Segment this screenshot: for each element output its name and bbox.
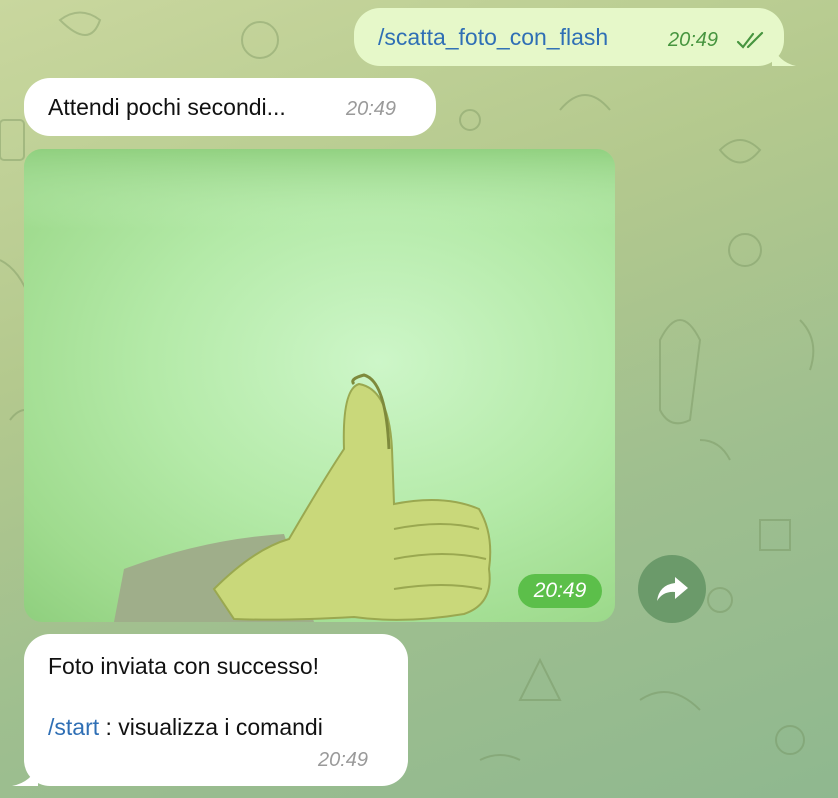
start-command-link[interactable]: /start [48, 714, 99, 740]
photo-content [24, 149, 615, 622]
incoming-message-text: Attendi pochi secondi... [48, 94, 286, 120]
share-arrow-icon [657, 577, 688, 601]
success-message-text: Foto inviata con successo! [48, 653, 320, 679]
commands-hint-text: : visualizza i comandi [99, 714, 323, 740]
photo-time-badge: 20:49 [518, 574, 602, 608]
incoming-message-bubble[interactable]: Attendi pochi secondi... 20:49 [24, 78, 436, 136]
outgoing-message-text[interactable]: /scatta_foto_con_flash [378, 24, 608, 51]
bubble-tail [772, 44, 796, 66]
incoming-message-time: 20:49 [346, 98, 397, 120]
outgoing-message-time: 20:49 [668, 29, 719, 51]
forward-button[interactable] [638, 555, 706, 623]
outgoing-message-bubble[interactable]: /scatta_foto_con_flash 20:49 [354, 8, 796, 66]
photo-message[interactable]: 20:49 [24, 149, 615, 622]
double-check-icon [736, 31, 764, 49]
incoming-message-bubble-final[interactable]: Foto inviata con successo! /start : visu… [12, 634, 408, 786]
bubble-tail [12, 764, 38, 786]
commands-hint-line: /start : visualizza i comandi [48, 714, 323, 741]
incoming-message-time: 20:49 [318, 749, 369, 771]
